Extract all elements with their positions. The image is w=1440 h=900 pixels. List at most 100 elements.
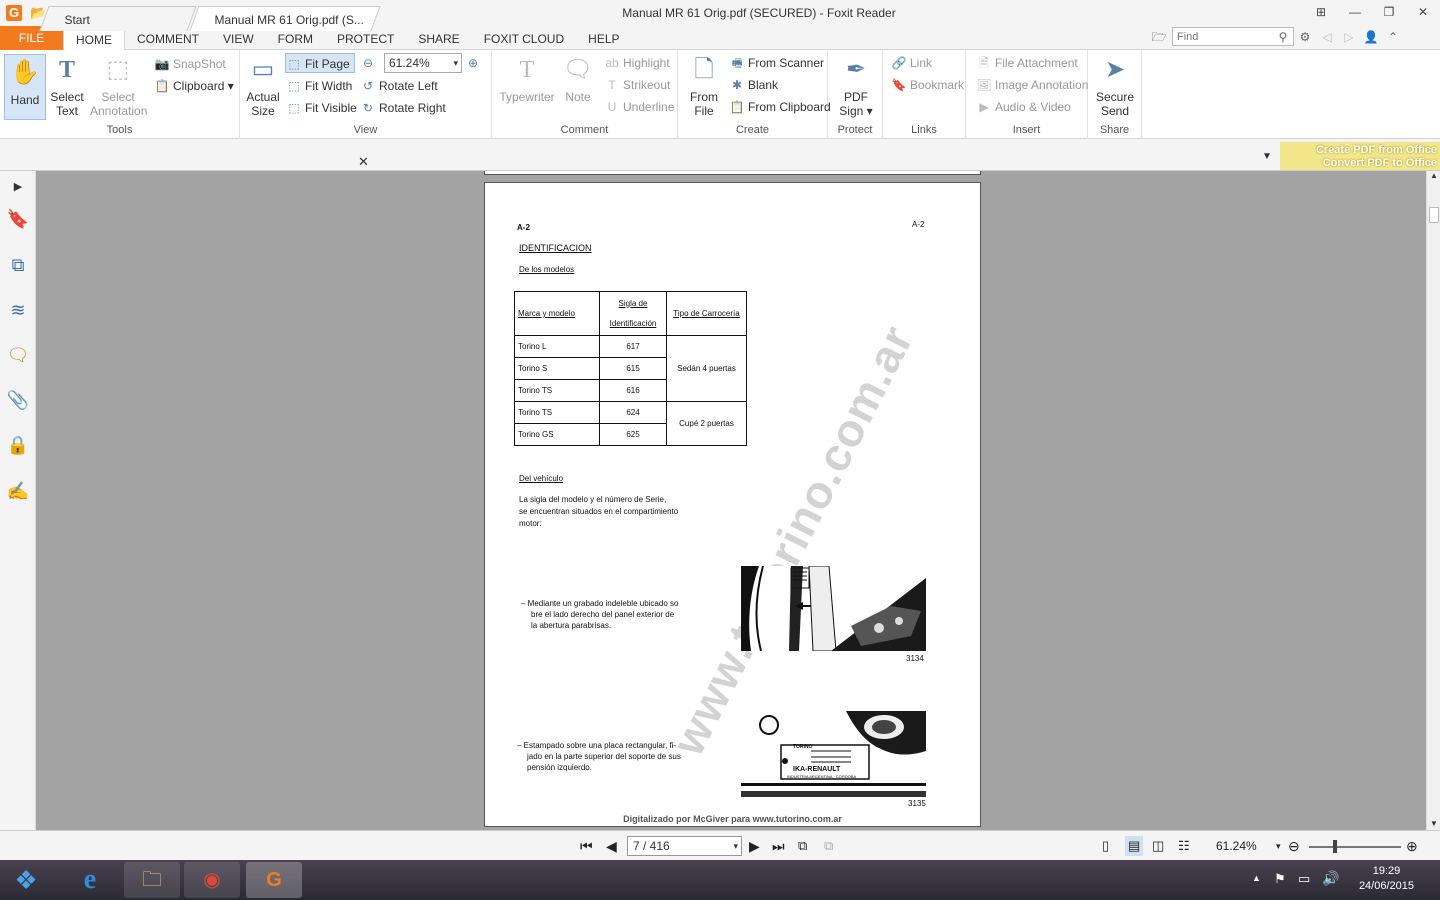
- fit-visible-button[interactable]: ⬚ Fit Visible: [286, 98, 356, 118]
- select-text-button[interactable]: T Select Text: [48, 54, 86, 118]
- from-file-button[interactable]: 🗋 From File: [686, 54, 722, 118]
- underline-button[interactable]: U Underline: [604, 97, 675, 117]
- bookmarks-icon[interactable]: 🔖: [6, 207, 30, 231]
- page-footer: Digitalizado por McGiver para www.tutori…: [623, 814, 842, 824]
- clipboard-button[interactable]: 📋 Clipboard ▾: [154, 76, 234, 96]
- network-icon[interactable]: ▭: [1298, 871, 1310, 887]
- close-tab-icon[interactable]: ✕: [358, 154, 369, 170]
- continuous-facing-view-icon[interactable]: ☷: [1178, 836, 1190, 856]
- tab-list-arrow-icon[interactable]: ▼: [1262, 151, 1272, 162]
- zoom-dropdown-icon[interactable]: ▾: [1276, 836, 1281, 856]
- internet-explorer-icon[interactable]: e: [62, 862, 118, 898]
- hand-button[interactable]: ✋ Hand: [4, 54, 46, 120]
- actual-size-button[interactable]: ▭ Actual Size: [244, 54, 282, 118]
- settings-icon[interactable]: ⚙: [1296, 28, 1314, 46]
- bookmark-button[interactable]: 🔖 Bookmark: [891, 75, 965, 95]
- layers-icon[interactable]: ≋: [6, 298, 30, 322]
- zoom-in-status-icon[interactable]: ⊕: [1406, 836, 1418, 856]
- action-center-flag-icon[interactable]: ⚑: [1274, 871, 1286, 887]
- zoom-slider[interactable]: [1309, 846, 1401, 848]
- rotate-right-button[interactable]: ↻ Rotate Right: [360, 98, 446, 118]
- create-pdf-promo-banner[interactable]: Create PDF from Office Convert PDF to Of…: [1280, 142, 1440, 170]
- page-code-right: A-2: [912, 220, 925, 229]
- page-code-left: A-2: [517, 223, 530, 232]
- maximize-button[interactable]: ❐: [1372, 0, 1406, 24]
- comments-icon[interactable]: 🗨: [6, 343, 30, 367]
- file-attachment-button[interactable]: 🗎 File Attachment: [976, 53, 1078, 73]
- expand-panel-icon[interactable]: ▶: [6, 175, 30, 199]
- pdf-sign-button[interactable]: ✒ PDF Sign ▾: [834, 54, 878, 118]
- layout-icon[interactable]: ⊞: [1304, 0, 1338, 24]
- strikeout-button[interactable]: T Strikeout: [604, 75, 670, 95]
- zoom-slider-thumb[interactable]: [1333, 840, 1337, 853]
- continuous-view-icon[interactable]: ▤: [1125, 836, 1144, 856]
- select-annotation-button[interactable]: ⬚ Select Annotation: [90, 54, 147, 118]
- search-icon[interactable]: ⚲: [1274, 28, 1292, 46]
- start-button[interactable]: ❖: [2, 862, 50, 898]
- link-button[interactable]: 🔗 Link: [891, 53, 933, 73]
- image-annotation-button[interactable]: 🖼 Image Annotation: [976, 75, 1088, 95]
- fit-page-button[interactable]: ⬚ Fit Page: [285, 53, 355, 73]
- close-button[interactable]: ✕: [1406, 0, 1440, 24]
- table-row: Torino L 617 Sedán 4 puertas: [514, 335, 747, 402]
- rotate-left-button[interactable]: ↺ Rotate Left: [360, 76, 438, 96]
- highlight-button[interactable]: ab Highlight: [604, 53, 669, 73]
- from-clipboard-button[interactable]: 📋 From Clipboard: [729, 97, 831, 117]
- zoom-in-button[interactable]: ⊕: [465, 53, 484, 73]
- prev-arrow-icon[interactable]: ◁: [1318, 28, 1336, 46]
- scrollbar-thumb[interactable]: [1429, 207, 1439, 223]
- next-view-icon[interactable]: ⧉: [824, 836, 833, 856]
- security-lock-icon[interactable]: 🔒: [6, 433, 30, 457]
- zoom-level[interactable]: 61.24%: [1216, 836, 1257, 856]
- scroll-down-icon[interactable]: ▼: [1430, 819, 1438, 828]
- previous-view-icon[interactable]: ⧉: [798, 836, 807, 856]
- volume-icon[interactable]: 🔊: [1322, 870, 1339, 887]
- from-scanner-button[interactable]: 🖷 From Scanner: [729, 53, 824, 73]
- zoom-out-status-icon[interactable]: ⊖: [1288, 836, 1300, 856]
- attachment-icon: 🗎: [979, 56, 989, 70]
- group-links: 🔗 Link 🔖 Bookmark Links: [883, 50, 966, 139]
- zoom-select[interactable]: 61.24%: [384, 53, 462, 73]
- show-hidden-icons[interactable]: ▲: [1252, 873, 1261, 883]
- first-page-icon[interactable]: ⏮: [580, 836, 593, 856]
- audio-video-button[interactable]: ▶ Audio & Video: [976, 97, 1070, 117]
- blank-button[interactable]: ✱ Blank: [729, 75, 778, 95]
- user-icon[interactable]: 👤: [1362, 28, 1380, 46]
- facing-view-icon[interactable]: ◫: [1152, 836, 1164, 856]
- single-page-view-icon[interactable]: ▯: [1102, 836, 1109, 856]
- file-explorer-icon[interactable]: 🗀: [124, 862, 180, 898]
- signature-icon[interactable]: ✍: [6, 479, 30, 503]
- tab-start[interactable]: Start: [39, 6, 197, 31]
- system-clock[interactable]: 19:29 24/06/2015: [1359, 864, 1414, 894]
- scroll-up-icon[interactable]: ▲: [1430, 171, 1438, 180]
- last-page-icon[interactable]: ⏭: [772, 836, 785, 856]
- collapse-ribbon-icon[interactable]: ⌃: [1384, 28, 1402, 46]
- zoom-out-button[interactable]: ⊖: [360, 53, 379, 73]
- tab-document[interactable]: Manual MR 61 Orig.pdf (S...: [189, 6, 381, 31]
- chrome-icon[interactable]: ◉: [184, 862, 240, 898]
- typewriter-button[interactable]: T Typewriter: [498, 54, 556, 104]
- note-button[interactable]: 🗨 Note: [560, 54, 596, 104]
- page-number-field[interactable]: 7 / 416: [627, 836, 742, 856]
- group-create: 🗋 From File 🖷 From Scanner ✱ Blank 📋 From C…: [678, 50, 831, 139]
- tab-share[interactable]: SHARE: [406, 26, 471, 50]
- foxit-reader-taskbar-icon[interactable]: G: [246, 862, 302, 898]
- find-folder-icon[interactable]: 🗁: [1150, 28, 1168, 46]
- document-viewer[interactable]: www.tutorino.com.ar A-2 A-2 IDENTIFICACI…: [36, 171, 1426, 830]
- vertical-scrollbar[interactable]: ▲ ▼: [1426, 171, 1440, 830]
- secure-send-button[interactable]: ➤ Secure Send: [1094, 54, 1136, 118]
- minimize-button[interactable]: —: [1338, 0, 1372, 24]
- table-row: Torino TS 624 Cupé 2 puertas: [514, 401, 747, 446]
- note-icon: 🗨: [562, 56, 594, 83]
- next-arrow-icon[interactable]: ▷: [1340, 28, 1358, 46]
- tab-foxit-cloud[interactable]: FOXIT CLOUD: [472, 26, 576, 50]
- fit-width-button[interactable]: ⬚ Fit Width: [286, 76, 352, 96]
- pdf-page[interactable]: www.tutorino.com.ar A-2 A-2 IDENTIFICACI…: [484, 182, 981, 827]
- next-page-icon[interactable]: ▶: [749, 836, 760, 856]
- snapshot-button[interactable]: 📷 SnapShot: [154, 54, 226, 74]
- tab-help[interactable]: HELP: [576, 26, 631, 50]
- attachments-icon[interactable]: 📎: [6, 388, 30, 412]
- clipboard-page-icon: 📋: [729, 100, 745, 114]
- pages-icon[interactable]: ⧉: [6, 253, 30, 277]
- previous-page-icon[interactable]: ◀: [606, 836, 617, 856]
